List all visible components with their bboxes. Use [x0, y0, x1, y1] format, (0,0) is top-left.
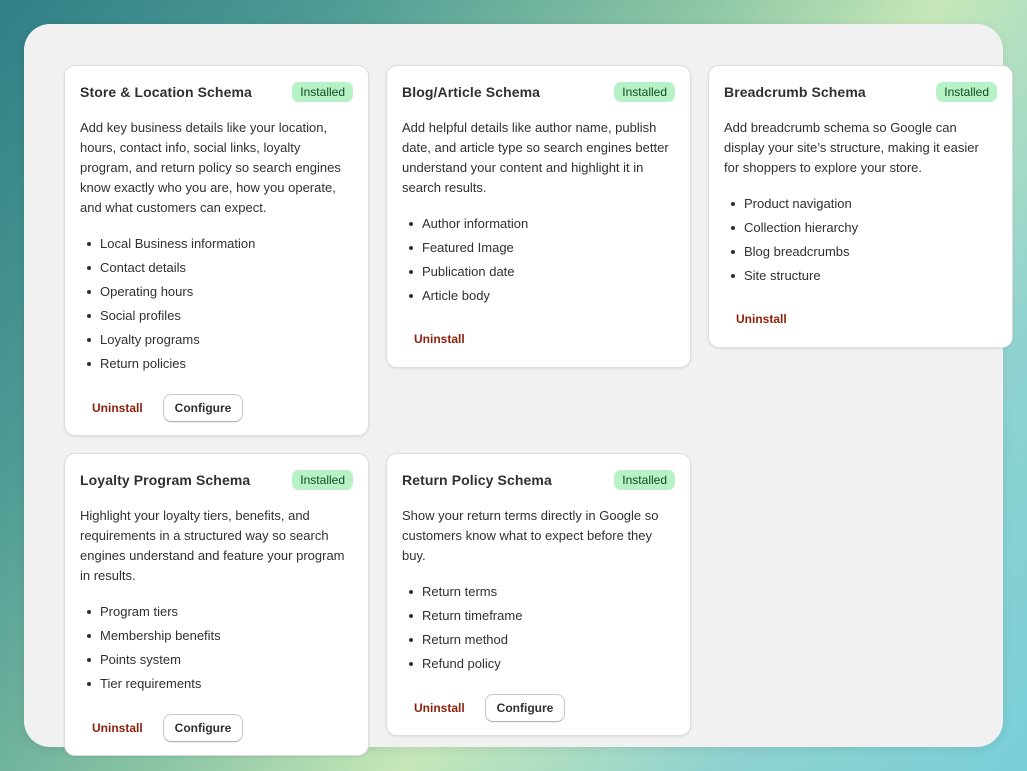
card-description: Add helpful details like author name, pu… [402, 120, 669, 195]
status-badge: Installed [292, 470, 353, 490]
list-item: Return policies [80, 354, 353, 374]
status-badge: Installed [614, 82, 675, 102]
feature-list: Return terms Return timeframe Return met… [402, 582, 675, 674]
configure-button[interactable]: Configure [162, 714, 244, 742]
schema-panel: Store & Location Schema Installed Add ke… [24, 24, 1013, 756]
list-item: Points system [80, 650, 353, 670]
card-header: Breadcrumb Schema Installed [724, 82, 997, 102]
list-item: Blog breadcrumbs [724, 242, 997, 262]
list-item: Product navigation [724, 194, 997, 214]
card-description: Add breadcrumb schema so Google can disp… [724, 120, 979, 175]
list-item: Program tiers [80, 602, 353, 622]
card-description: Add key business details like your locat… [80, 120, 341, 215]
schema-card-return-policy: Return Policy Schema Installed Show your… [386, 453, 691, 736]
uninstall-button[interactable]: Uninstall [80, 395, 155, 421]
card-header: Blog/Article Schema Installed [402, 82, 675, 102]
card-title: Loyalty Program Schema [80, 472, 251, 488]
card-actions: Uninstall Configure [402, 694, 675, 722]
card-header: Loyalty Program Schema Installed [80, 470, 353, 490]
list-item: Publication date [402, 262, 675, 282]
feature-list: Product navigation Collection hierarchy … [724, 194, 997, 286]
card-description: Highlight your loyalty tiers, benefits, … [80, 508, 345, 583]
list-item: Author information [402, 214, 675, 234]
list-item: Contact details [80, 258, 353, 278]
list-item: Return terms [402, 582, 675, 602]
list-item: Social profiles [80, 306, 353, 326]
configure-button[interactable]: Configure [162, 394, 244, 422]
card-actions: Uninstall [402, 326, 675, 352]
card-header: Return Policy Schema Installed [402, 470, 675, 490]
card-actions: Uninstall [724, 306, 997, 332]
list-item: Membership benefits [80, 626, 353, 646]
card-title: Return Policy Schema [402, 472, 552, 488]
list-item: Refund policy [402, 654, 675, 674]
card-actions: Uninstall Configure [80, 394, 353, 422]
list-item: Operating hours [80, 282, 353, 302]
list-item: Tier requirements [80, 674, 353, 694]
schema-card-breadcrumb: Breadcrumb Schema Installed Add breadcru… [708, 65, 1013, 348]
card-title: Store & Location Schema [80, 84, 252, 100]
uninstall-button[interactable]: Uninstall [80, 715, 155, 741]
feature-list: Author information Featured Image Public… [402, 214, 675, 306]
list-item: Featured Image [402, 238, 675, 258]
list-item: Site structure [724, 266, 997, 286]
list-item: Local Business information [80, 234, 353, 254]
feature-list: Program tiers Membership benefits Points… [80, 602, 353, 694]
list-item: Return method [402, 630, 675, 650]
list-item: Article body [402, 286, 675, 306]
card-actions: Uninstall Configure [80, 714, 353, 742]
uninstall-button[interactable]: Uninstall [724, 306, 799, 332]
card-title: Blog/Article Schema [402, 84, 541, 100]
card-description: Show your return terms directly in Googl… [402, 508, 659, 563]
status-badge: Installed [292, 82, 353, 102]
list-item: Loyalty programs [80, 330, 353, 350]
configure-button[interactable]: Configure [484, 694, 566, 722]
schema-card-blog-article: Blog/Article Schema Installed Add helpfu… [386, 65, 691, 368]
card-title: Breadcrumb Schema [724, 84, 866, 100]
list-item: Collection hierarchy [724, 218, 997, 238]
uninstall-button[interactable]: Uninstall [402, 326, 477, 352]
schema-card-loyalty-program: Loyalty Program Schema Installed Highlig… [64, 453, 369, 756]
schema-card-store-location: Store & Location Schema Installed Add ke… [64, 65, 369, 436]
card-header: Store & Location Schema Installed [80, 82, 353, 102]
uninstall-button[interactable]: Uninstall [402, 695, 477, 721]
status-badge: Installed [614, 470, 675, 490]
list-item: Return timeframe [402, 606, 675, 626]
status-badge: Installed [936, 82, 997, 102]
feature-list: Local Business information Contact detai… [80, 234, 353, 374]
